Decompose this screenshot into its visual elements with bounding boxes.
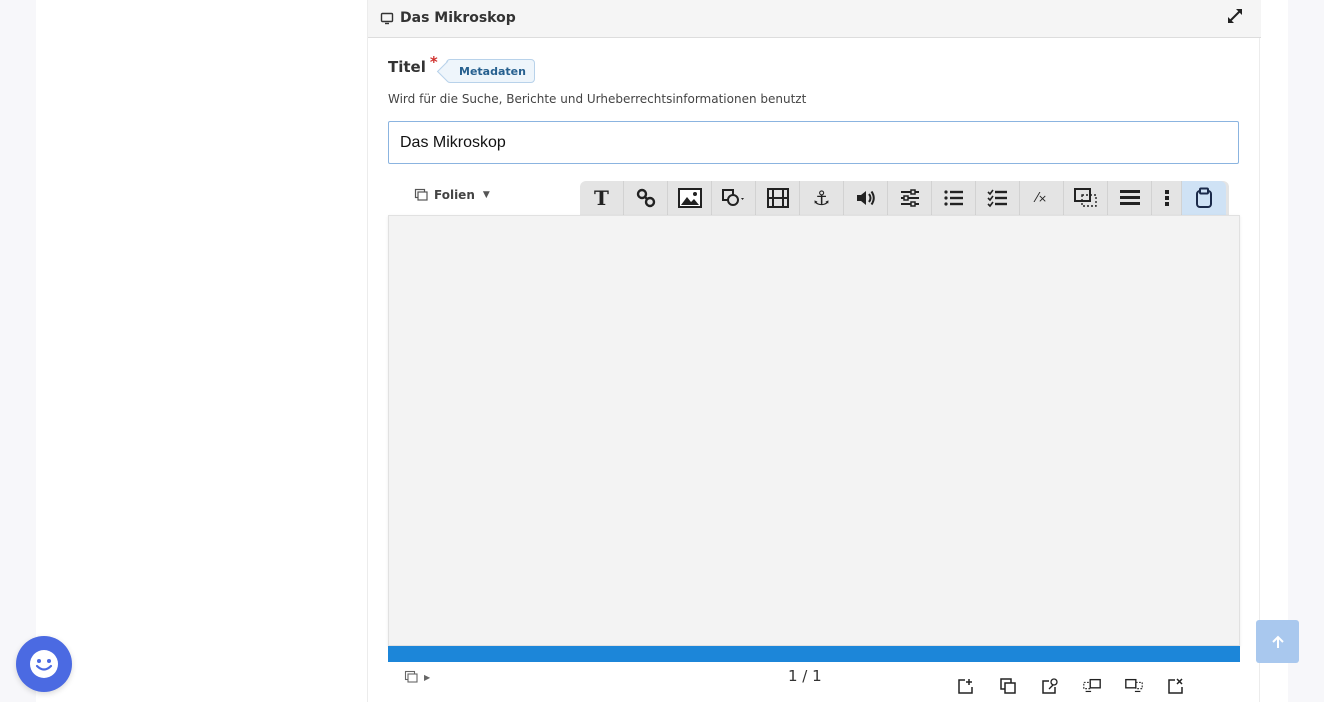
slides-menu[interactable]: Folien ▼ <box>414 184 490 206</box>
add-slide-icon[interactable] <box>956 676 976 696</box>
text-icon[interactable]: T <box>580 181 624 215</box>
required-marker: * <box>429 53 438 71</box>
slides-menu-icon <box>414 188 428 201</box>
anchor-icon[interactable]: ⚓ <box>800 181 844 215</box>
slide-canvas[interactable] <box>388 215 1240 646</box>
title-field-label: Titel * <box>388 53 438 76</box>
slides-menu-label: Folien <box>434 188 475 202</box>
audio-icon[interactable] <box>844 181 888 215</box>
page-counter: 1 / 1 <box>788 667 822 685</box>
move-slide-left-icon[interactable] <box>1082 676 1102 696</box>
image-icon[interactable] <box>668 181 712 215</box>
page-background-right <box>1288 0 1324 702</box>
export-slide-icon[interactable] <box>1040 676 1060 696</box>
settings-sliders-icon[interactable] <box>888 181 932 215</box>
checklist-icon[interactable] <box>976 181 1020 215</box>
expand-icon[interactable] <box>1225 6 1245 26</box>
title-input[interactable] <box>388 121 1239 164</box>
panel-title: Das Mikroskop <box>380 8 516 28</box>
clipboard-icon[interactable] <box>1182 181 1226 215</box>
editor-toolbar: T ⚓ ⁄× <box>580 181 1229 215</box>
slide-footer: ▶ 1 / 1 <box>388 662 1240 702</box>
title-field-description: Wird für die Suche, Berichte und Urheber… <box>388 92 807 106</box>
panel-header: Das Mikroskop <box>368 0 1261 38</box>
panel-title-text: Das Mikroskop <box>400 10 516 26</box>
page-background-left <box>0 0 36 702</box>
title-label: Titel <box>388 58 426 76</box>
slides-icon <box>380 11 394 25</box>
metadata-tag[interactable]: Metadaten <box>446 59 535 83</box>
move-slide-right-icon[interactable] <box>1124 676 1144 696</box>
lines-icon[interactable] <box>1108 181 1152 215</box>
arrow-up-icon <box>1271 635 1284 648</box>
overlay-icon[interactable] <box>1064 181 1108 215</box>
scroll-to-top-button[interactable] <box>1256 620 1299 663</box>
smiley-icon <box>30 650 58 678</box>
percentage-icon[interactable]: ⁄× <box>1020 181 1064 215</box>
video-icon[interactable] <box>756 181 800 215</box>
chevron-down-icon: ▼ <box>482 190 490 200</box>
more-icon[interactable] <box>1152 181 1182 215</box>
slides-stack-icon <box>404 670 418 683</box>
link-icon[interactable] <box>624 181 668 215</box>
progress-bar <box>388 646 1240 662</box>
slide-actions <box>956 676 1186 696</box>
feedback-button[interactable] <box>16 636 72 692</box>
slide-navigator-toggle[interactable]: ▶ <box>404 670 430 684</box>
ordered-list-icon[interactable] <box>932 181 976 215</box>
metadata-tag-label: Metadaten <box>459 64 526 78</box>
shape-icon[interactable] <box>712 181 756 215</box>
chevron-right-icon: ▶ <box>424 672 431 682</box>
clone-slide-icon[interactable] <box>998 676 1018 696</box>
delete-slide-icon[interactable] <box>1166 676 1186 696</box>
